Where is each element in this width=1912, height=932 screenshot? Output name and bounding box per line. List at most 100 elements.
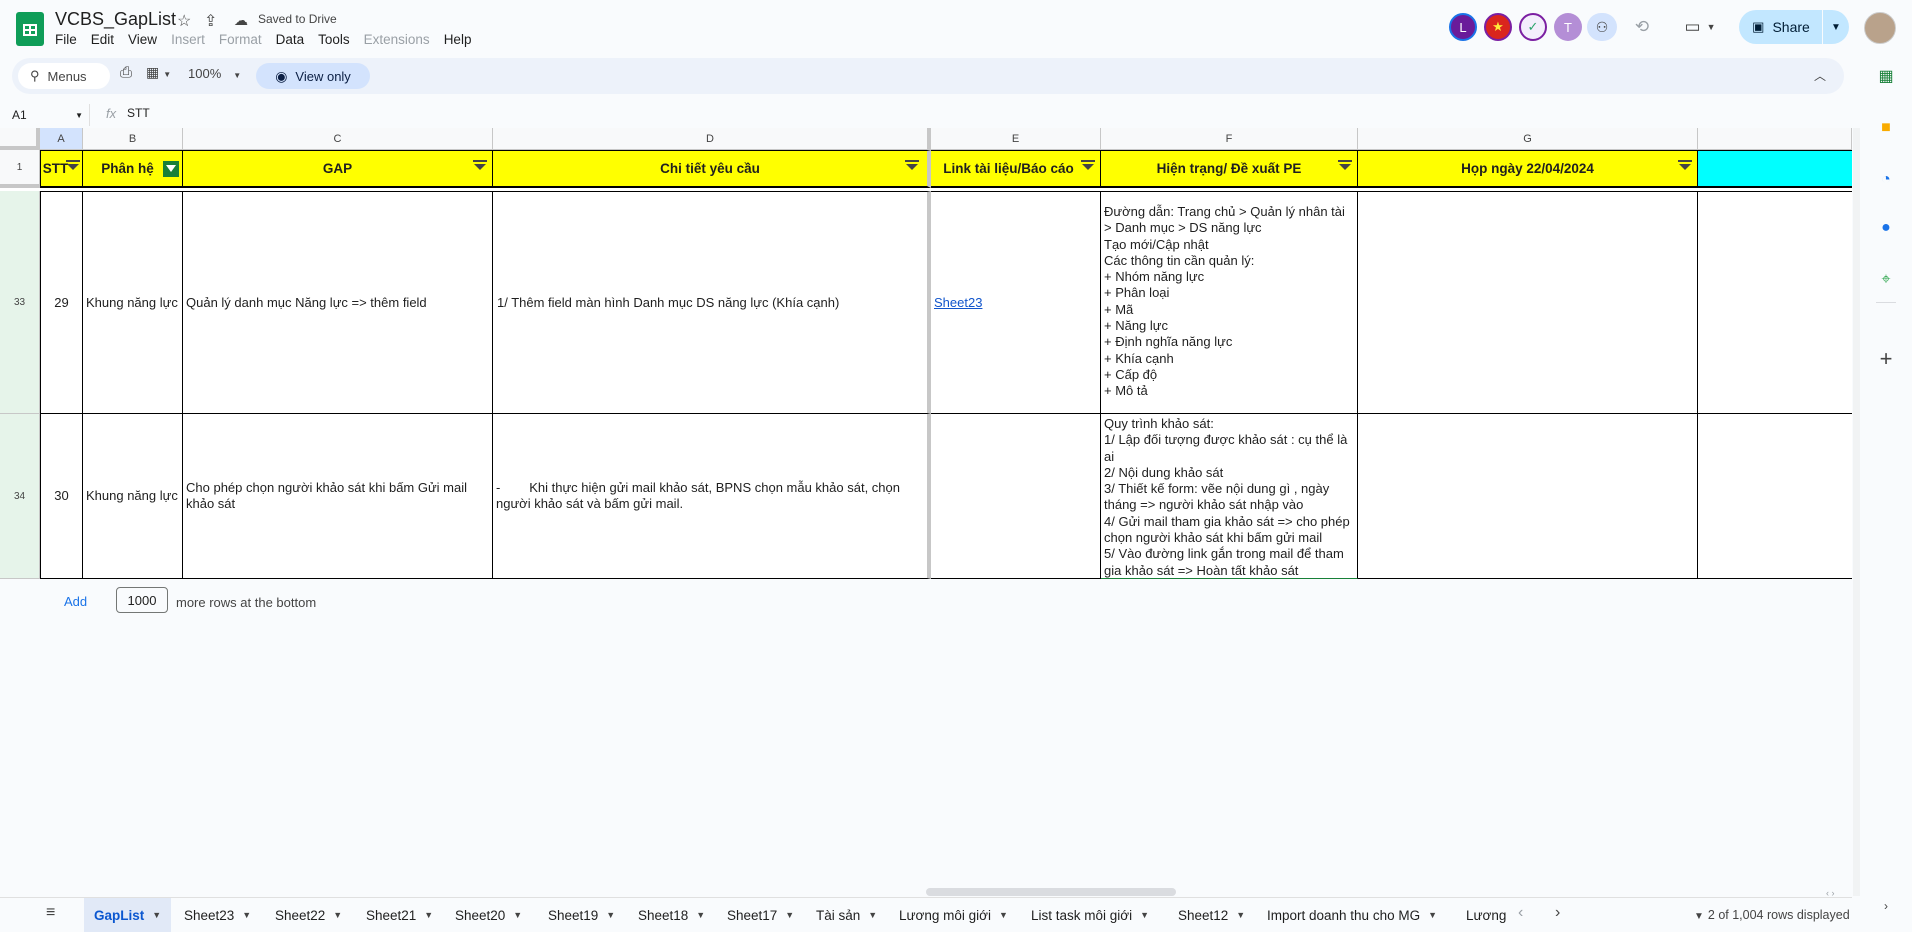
header-cell-hop[interactable]: Họp ngày 22/04/2024 [1358,150,1698,188]
column-header-c[interactable]: C [183,128,493,150]
tab-import-doanh-thu[interactable]: Import doanh thu cho MG ▼ [1257,898,1447,932]
filter-icon[interactable] [66,160,80,170]
row-header-1[interactable]: 1 [0,150,40,188]
cell-chi-tiet[interactable]: - Khi thực hiện gửi mail khảo sát, BPNS … [493,414,931,579]
header-cell-stt[interactable]: STT [40,150,83,188]
header-cell-gap[interactable]: GAP [183,150,493,188]
cell-hop[interactable] [1358,191,1698,414]
menu-tools[interactable]: Tools [318,32,358,47]
add-rows-button[interactable]: Add [64,594,87,609]
sheets-logo-icon[interactable] [16,12,44,46]
tab-sheet12[interactable]: Sheet12 ▼ [1168,898,1255,932]
cell-hien-trang[interactable]: Quy trình khảo sát: 1/ Lập đối tượng đượ… [1101,414,1358,579]
add-addon-icon[interactable]: + [1876,346,1896,371]
print-icon[interactable]: ⎙ [120,64,132,81]
cell-link[interactable]: Sheet23 [931,191,1101,414]
add-rows-count-input[interactable]: 1000 [116,587,168,613]
active-filter-icon[interactable] [163,161,179,177]
meet-icon[interactable]: ▭ ▼ [1678,14,1722,40]
menu-data[interactable]: Data [276,32,313,47]
column-header-e[interactable]: E [931,128,1101,150]
account-avatar[interactable] [1864,12,1896,44]
tab-gaplist[interactable]: GapList ▼ [84,898,172,932]
collaborators-more-icon[interactable]: ⚇ [1587,13,1617,41]
share-button[interactable]: ▣ Share [1739,10,1823,44]
maps-icon[interactable]: ⌖ [1876,270,1896,290]
row-header-33[interactable]: 33 [0,191,40,414]
column-header-f[interactable]: F [1101,128,1358,150]
row-header-34[interactable]: 34 [0,414,40,579]
filter-icon[interactable] [1678,160,1692,170]
header-cell-link[interactable]: Link tài liệu/Báo cáo [931,150,1101,188]
header-cell-chi-tiet[interactable]: Chi tiết yêu cầu [493,150,931,188]
cell-link[interactable] [931,414,1101,579]
tab-list-task-moi-gioi[interactable]: List task môi giới ▼ [1021,898,1159,932]
column-header-g[interactable]: G [1358,128,1698,150]
collaborator-avatar-flag[interactable]: ★ [1484,13,1512,41]
name-box[interactable]: A1 ▼ [0,104,90,126]
menu-edit[interactable]: Edit [91,32,122,47]
filter-icon[interactable] [905,160,919,170]
tab-sheet17[interactable]: Sheet17 ▼ [717,898,804,932]
formula-input[interactable]: STT [127,106,150,120]
download-format-icon[interactable]: ▦ ▼ [146,64,171,81]
column-header-h[interactable] [1698,128,1852,150]
tab-luong[interactable]: Lương [1456,898,1508,932]
contacts-icon[interactable]: ● [1876,218,1896,238]
cell-gap[interactable]: Quản lý danh mục Năng lực => thêm field [183,191,493,414]
filter-icon[interactable] [1338,160,1352,170]
collapse-toolbar-icon[interactable]: ︿ [1814,67,1826,84]
cell-gap[interactable]: Cho phép chọn người khảo sát khi bấm Gửi… [183,414,493,579]
tab-sheet19[interactable]: Sheet19 ▼ [538,898,625,932]
cell-phan-he[interactable]: Khung năng lực [83,191,183,414]
filter-icon[interactable] [473,160,487,170]
header-cell-hien-trang[interactable]: Hiện trạng/ Đề xuất PE [1101,150,1358,188]
horizontal-scrollbar[interactable] [926,888,1176,896]
move-to-folder-icon[interactable]: ⇪ [204,11,217,31]
tab-sheet21[interactable]: Sheet21 ▼ [356,898,443,932]
cell-chi-tiet[interactable]: 1/ Thêm field màn hình Danh mục DS năng … [493,191,931,414]
cell-extra[interactable] [1698,414,1852,579]
version-history-icon[interactable]: ⟲ [1629,14,1655,40]
menus-search-button[interactable]: ⚲ Menus [18,63,110,89]
vertical-scrollbar[interactable] [1853,128,1860,896]
tab-sheet22[interactable]: Sheet22 ▼ [265,898,352,932]
cell-extra[interactable] [1698,191,1852,414]
tab-luong-moi-gioi[interactable]: Lương môi giới ▼ [889,898,1018,932]
menu-help[interactable]: Help [444,32,480,47]
scroll-tabs-right-icon[interactable]: › [1555,904,1560,922]
all-sheets-icon[interactable]: ≡ [46,904,55,922]
tab-sheet20[interactable]: Sheet20 ▼ [445,898,532,932]
cell-stt[interactable]: 29 [40,191,83,414]
keep-icon[interactable]: ■ [1876,118,1896,138]
zoom-select[interactable]: 100% ▼ [188,66,241,81]
tab-sheet23[interactable]: Sheet23 ▼ [174,898,261,932]
collaborator-avatar-l[interactable]: L [1449,13,1477,41]
column-header-b[interactable]: B [83,128,183,150]
calendar-icon[interactable]: ▦ [1876,66,1896,86]
menu-format[interactable]: Format [219,32,270,47]
menu-file[interactable]: File [55,32,85,47]
cell-phan-he[interactable]: Khung năng lực [83,414,183,579]
menu-extensions[interactable]: Extensions [364,32,438,47]
tasks-icon[interactable]: ◔ [1876,170,1896,190]
document-title[interactable]: VCBS_GapList [55,9,176,30]
tab-sheet18[interactable]: Sheet18 ▼ [628,898,715,932]
filter-icon[interactable] [1081,160,1095,170]
column-header-d[interactable]: D [493,128,931,150]
collaborator-avatar-bird-icon[interactable]: ✓ [1519,13,1547,41]
scroll-tabs-left-icon[interactable]: ‹ [1518,904,1523,922]
cell-hien-trang[interactable]: Đường dẫn: Trang chủ > Quản lý nhân tài … [1101,191,1358,414]
select-all-corner[interactable] [0,128,40,150]
menu-view[interactable]: View [128,32,165,47]
header-cell-extra[interactable] [1698,150,1852,188]
header-cell-phan-he[interactable]: Phân hệ [83,150,183,188]
tab-tai-san[interactable]: Tài sản ▼ [806,898,887,932]
menu-insert[interactable]: Insert [171,32,213,47]
cell-hop[interactable] [1358,414,1698,579]
star-icon[interactable]: ☆ [177,11,191,31]
view-only-button[interactable]: ◉ View only [256,63,370,89]
sheet-link[interactable]: Sheet23 [934,295,982,311]
cell-stt[interactable]: 30 [40,414,83,579]
column-header-a[interactable]: A [40,128,83,150]
